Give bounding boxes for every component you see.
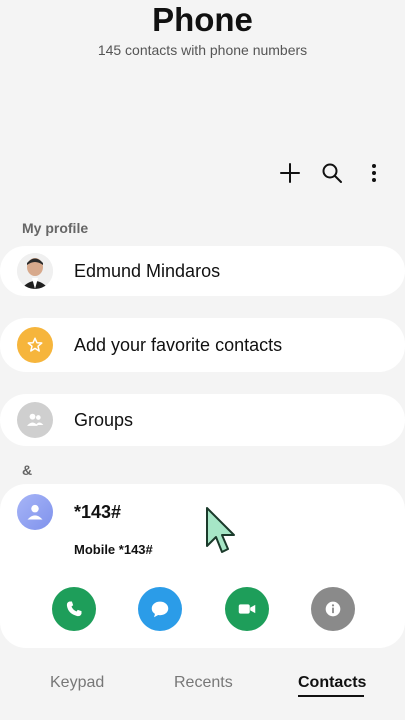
more-vertical-icon[interactable] bbox=[361, 160, 387, 186]
call-button[interactable] bbox=[52, 587, 96, 631]
page-title: Phone bbox=[152, 1, 253, 38]
mouse-cursor-icon bbox=[206, 507, 235, 553]
contact-avatar-icon bbox=[17, 494, 53, 530]
groups-label: Groups bbox=[74, 409, 134, 430]
my-profile-label: My profile bbox=[22, 220, 89, 236]
favorites-card[interactable]: Add your favorite contacts bbox=[0, 318, 405, 372]
my-profile-card[interactable]: Edmund Mindaros bbox=[0, 246, 405, 296]
plus-icon[interactable] bbox=[277, 160, 303, 186]
profile-name: Edmund Mindaros bbox=[74, 260, 221, 281]
contacts-index-label: & bbox=[22, 462, 33, 478]
favorites-label: Add your favorite contacts bbox=[74, 334, 283, 355]
video-icon bbox=[238, 604, 256, 614]
message-icon bbox=[151, 601, 169, 618]
contact-name: *143# bbox=[74, 502, 122, 522]
search-icon[interactable] bbox=[319, 160, 345, 186]
toolbar bbox=[277, 160, 387, 186]
groups-card[interactable]: Groups bbox=[0, 394, 405, 446]
contact-detail: Mobile *143# bbox=[74, 542, 153, 557]
tab-contacts[interactable]: Contacts bbox=[298, 674, 366, 692]
contact-card[interactable]: *143# Mobile *143# bbox=[0, 484, 405, 648]
info-button[interactable] bbox=[311, 587, 355, 631]
contact-count: 145 contacts with phone numbers bbox=[97, 42, 308, 58]
active-tab-indicator bbox=[298, 695, 364, 697]
groups-icon bbox=[17, 402, 53, 438]
bottom-tab-bar: Keypad Recents Contacts bbox=[0, 664, 405, 704]
message-button[interactable] bbox=[138, 587, 182, 631]
tab-keypad[interactable]: Keypad bbox=[50, 674, 104, 692]
app-header: Phone 145 contacts with phone numbers bbox=[0, 0, 405, 58]
info-icon bbox=[325, 601, 341, 617]
phone-icon bbox=[66, 601, 82, 617]
avatar bbox=[17, 253, 53, 289]
tab-recents[interactable]: Recents bbox=[174, 674, 233, 692]
video-call-button[interactable] bbox=[225, 587, 269, 631]
favorites-star-icon bbox=[17, 327, 53, 363]
